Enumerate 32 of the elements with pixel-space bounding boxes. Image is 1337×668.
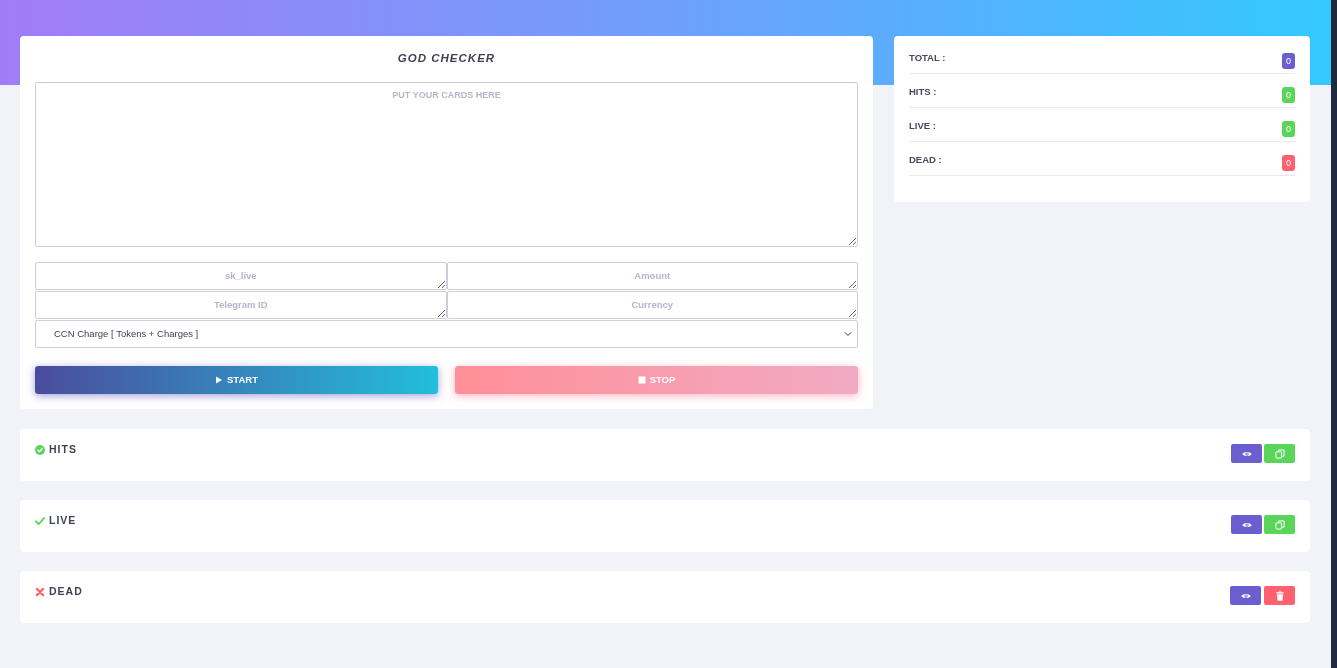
gate-select[interactable]: CCN Charge [ Tokens + Charges ] xyxy=(35,320,858,348)
check-circle-icon xyxy=(35,444,45,455)
count-badge: 0 xyxy=(1282,155,1295,171)
view-button[interactable] xyxy=(1231,515,1262,534)
count-badge: 0 xyxy=(1282,121,1295,137)
stat-label: DEAD : xyxy=(909,154,942,165)
panel-title: LIVE xyxy=(49,515,77,526)
play-icon xyxy=(215,376,223,384)
count-badge: 0 xyxy=(1282,53,1295,69)
copy-icon xyxy=(1274,519,1285,530)
input-field[interactable]: Currency xyxy=(446,291,858,319)
start-button[interactable]: START xyxy=(35,366,438,394)
delete-button[interactable] xyxy=(1264,586,1295,605)
view-button[interactable] xyxy=(1230,586,1261,605)
input-field[interactable]: Amount xyxy=(446,262,858,290)
checker-title: GOD CHECKER xyxy=(397,52,496,65)
stat-label: LIVE : xyxy=(909,120,936,131)
stop-button[interactable]: STOP xyxy=(455,366,858,394)
panel-title: DEAD xyxy=(49,586,83,597)
view-button[interactable] xyxy=(1231,444,1262,463)
stop-icon xyxy=(637,376,646,384)
stat-label: HITS : xyxy=(909,86,937,97)
stat-label: TOTAL : xyxy=(909,52,946,63)
check-icon xyxy=(35,515,45,526)
copy-icon xyxy=(1274,448,1285,459)
panel-title: HITS xyxy=(49,444,77,455)
input-field[interactable]: sk_live xyxy=(35,262,447,290)
trash-icon xyxy=(1274,590,1285,601)
input-field[interactable]: Telegram ID xyxy=(35,291,447,319)
cross-icon xyxy=(35,586,45,597)
cards-field[interactable]: PUT YOUR CARDS HERE xyxy=(35,82,858,247)
count-badge: 0 xyxy=(1282,87,1295,103)
